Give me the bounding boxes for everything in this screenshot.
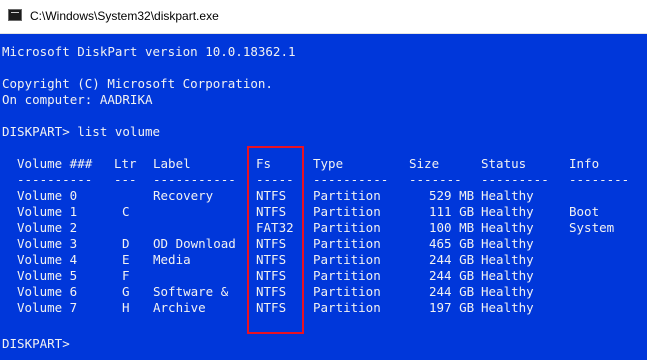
version-line: Microsoft DiskPart version 10.0.18362.1	[2, 44, 296, 59]
cell-volume: Volume 4	[17, 252, 78, 267]
separator-type: ----------	[313, 172, 389, 187]
header-type: Type	[313, 156, 344, 171]
cell-volume: Volume 5	[17, 268, 78, 283]
command-line: DISKPART> list volume	[2, 124, 161, 139]
cell-size: 197 GB	[429, 300, 475, 315]
cell-ltr: C	[122, 204, 130, 219]
cell-type: Partition	[313, 236, 381, 251]
cell-info: Boot	[569, 204, 600, 219]
cell-ltr: D	[122, 236, 130, 251]
cell-ltr: H	[122, 300, 130, 315]
cell-status: Healthy	[481, 188, 534, 203]
cell-size: 244 GB	[429, 252, 475, 267]
cell-type: Partition	[313, 188, 381, 203]
cell-type: Partition	[313, 300, 381, 315]
cell-status: Healthy	[481, 284, 534, 299]
cell-label: Archive	[153, 300, 206, 315]
cell-size: 529 MB	[429, 188, 475, 203]
cell-volume: Volume 7	[17, 300, 78, 315]
cell-volume: Volume 6	[17, 284, 78, 299]
cell-status: Healthy	[481, 220, 534, 235]
cell-status: Healthy	[481, 268, 534, 283]
cell-label: Recovery	[153, 188, 214, 203]
header-info: Info	[569, 156, 600, 171]
cell-info: System	[569, 220, 615, 235]
cell-type: Partition	[313, 268, 381, 283]
cell-label: OD Download	[153, 236, 236, 251]
cell-type: Partition	[313, 204, 381, 219]
cell-type: Partition	[313, 252, 381, 267]
cell-volume: Volume 0	[17, 188, 78, 203]
computer-line: On computer: AADRIKA	[2, 92, 153, 107]
header-volume: Volume ###	[17, 156, 93, 171]
cell-volume: Volume 3	[17, 236, 78, 251]
cell-type: Partition	[313, 220, 381, 235]
cell-size: 465 GB	[429, 236, 475, 251]
diskpart-window: C:\Windows\System32\diskpart.exe Microso…	[0, 0, 647, 360]
cell-label: Software &	[153, 284, 229, 299]
cell-volume: Volume 2	[17, 220, 78, 235]
header-label: Label	[153, 156, 191, 171]
cell-ltr: G	[122, 284, 130, 299]
separator-ltr: ---	[114, 172, 137, 187]
cell-ltr: F	[122, 268, 130, 283]
cell-status: Healthy	[481, 300, 534, 315]
cell-status: Healthy	[481, 252, 534, 267]
title-bar[interactable]: C:\Windows\System32\diskpart.exe	[0, 0, 647, 34]
cell-size: 244 GB	[429, 284, 475, 299]
console-output[interactable]: Microsoft DiskPart version 10.0.18362.1 …	[0, 34, 647, 360]
separator-label: -----------	[153, 172, 236, 187]
cell-label: Media	[153, 252, 191, 267]
cell-status: Healthy	[481, 204, 534, 219]
copyright-line: Copyright (C) Microsoft Corporation.	[2, 76, 273, 91]
cell-volume: Volume 1	[17, 204, 78, 219]
cell-size: 244 GB	[429, 268, 475, 283]
header-size: Size	[409, 156, 440, 171]
cell-status: Healthy	[481, 236, 534, 251]
diskpart-prompt[interactable]: DISKPART>	[2, 336, 70, 352]
cell-ltr: E	[122, 252, 130, 267]
separator-volume: ----------	[17, 172, 93, 187]
console-app-icon	[8, 9, 22, 21]
cell-type: Partition	[313, 284, 381, 299]
header-status: Status	[481, 156, 527, 171]
header-ltr: Ltr	[114, 156, 137, 171]
cell-size: 100 MB	[429, 220, 475, 235]
separator-status: ---------	[481, 172, 549, 187]
fs-column-highlight-box	[247, 146, 304, 334]
separator-info: --------	[569, 172, 630, 187]
cell-size: 111 GB	[429, 204, 475, 219]
separator-size: -------	[409, 172, 462, 187]
window-title: C:\Windows\System32\diskpart.exe	[30, 9, 219, 23]
